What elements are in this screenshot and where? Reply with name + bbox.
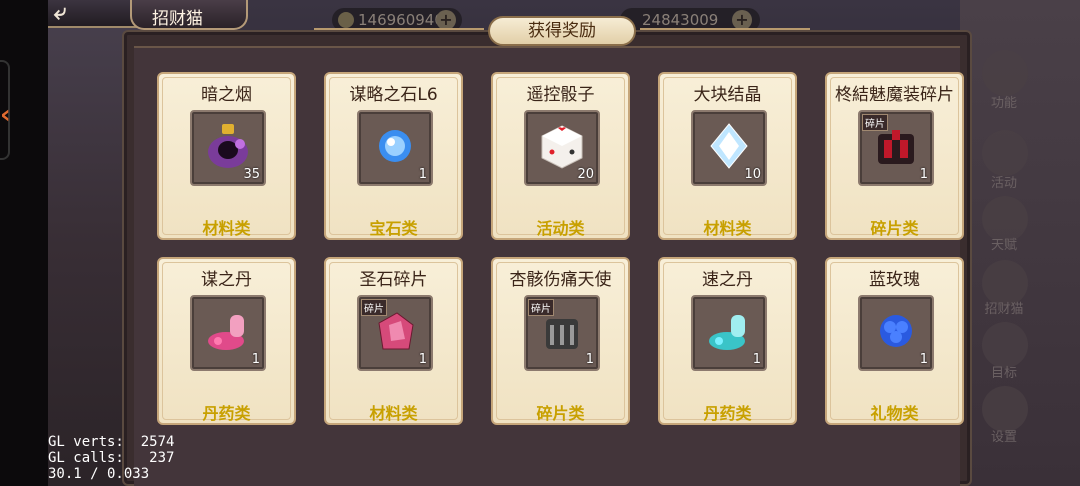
reward-card[interactable]: 谋略之石L6 1 宝石类 <box>324 72 463 240</box>
menu-settings-label: 设置 <box>990 430 1017 445</box>
item-count: 20 <box>577 167 594 182</box>
menu-function-icon <box>982 50 1028 96</box>
reward-card[interactable]: 速之丹 1 丹药类 <box>658 257 797 425</box>
fragment-badge: 碎片 <box>361 299 387 316</box>
item-frame: 35 <box>190 110 266 186</box>
currency2-value: 24843009 <box>642 11 719 29</box>
item-frame: 1 <box>691 295 767 371</box>
reward-name: 圣石碎片 <box>359 270 428 290</box>
reward-name: 遥控骰子 <box>526 85 595 105</box>
fragment-badge: 碎片 <box>862 114 888 131</box>
dark-smoke-icon <box>208 124 248 168</box>
reward-card[interactable]: 蓝玫瑰 1 礼物类 <box>825 257 964 425</box>
reward-card[interactable]: 大块结晶 10 材料类 <box>658 72 797 240</box>
item-frame: 20 <box>524 110 600 186</box>
reward-card[interactable]: 圣石碎片 碎片 1 材料类 <box>324 257 463 425</box>
reward-category: 活动类 <box>536 219 585 238</box>
menu-function-label: 功能 <box>990 96 1017 111</box>
debug-fps: 30.1 / 0.033 <box>48 466 150 482</box>
item-frame: 碎片 1 <box>357 295 433 371</box>
fragment-badge: 碎片 <box>528 299 554 316</box>
coin-icon <box>338 12 354 28</box>
back-arrow-icon[interactable]: ⤶ <box>54 2 98 24</box>
blue-rose-icon <box>880 315 912 347</box>
reward-card[interactable]: 暗之烟 35 材料类 <box>157 72 296 240</box>
item-frame: 1 <box>190 295 266 371</box>
reward-name: 蓝玫瑰 <box>869 270 920 290</box>
reward-category: 丹药类 <box>202 404 251 423</box>
reward-name: 速之丹 <box>702 270 753 290</box>
item-frame: 1 <box>357 110 433 186</box>
item-count: 1 <box>919 352 928 367</box>
debug-gl-calls: GL calls: 237 <box>48 450 175 466</box>
reward-category: 礼物类 <box>870 404 919 423</box>
item-count: 1 <box>585 352 594 367</box>
currency2-plus-button[interactable]: + <box>732 10 752 30</box>
currency1-value: 146960940 <box>358 11 444 29</box>
menu-goal-label: 目标 <box>990 366 1017 381</box>
reward-category: 材料类 <box>369 404 418 423</box>
crystal-icon <box>710 123 748 169</box>
header-ornament-right <box>640 28 810 30</box>
menu-event-label: 活动 <box>990 176 1017 191</box>
reward-card[interactable]: 柊結魅魔装碎片 碎片 1 碎片类 <box>825 72 964 240</box>
item-frame: 碎片 1 <box>858 110 934 186</box>
reward-name: 杏骸伤痛天使 <box>509 270 612 290</box>
reward-name: 谋略之石L6 <box>349 85 438 105</box>
header-ornament-left <box>314 28 484 30</box>
reward-category: 碎片类 <box>870 219 919 238</box>
reward-category: 丹药类 <box>703 404 752 423</box>
reward-name: 谋之丹 <box>201 270 252 290</box>
item-count: 35 <box>243 167 260 182</box>
reward-name: 大块结晶 <box>693 85 762 105</box>
item-count: 1 <box>418 167 427 182</box>
item-frame: 碎片 1 <box>524 295 600 371</box>
screen-title: 招财猫 <box>152 9 203 29</box>
reward-category: 碎片类 <box>536 404 585 423</box>
reward-card[interactable]: 谋之丹 1 丹药类 <box>157 257 296 425</box>
blue-gem-icon <box>379 130 411 162</box>
item-count: 10 <box>744 167 761 182</box>
reward-category: 宝石类 <box>369 219 418 238</box>
debug-gl-verts: GL verts: 2574 <box>48 434 175 450</box>
reward-name: 暗之烟 <box>201 85 252 105</box>
dice-icon <box>541 125 583 169</box>
menu-event-icon <box>982 130 1028 176</box>
item-frame: 10 <box>691 110 767 186</box>
currency1-plus-button[interactable]: + <box>436 10 456 30</box>
menu-lucky-cat-label: 招财猫 <box>984 302 1024 317</box>
reward-card[interactable]: 遥控骰子 20 活动类 <box>491 72 630 240</box>
reward-category: 材料类 <box>703 219 752 238</box>
pink-pill-icon <box>208 315 244 350</box>
menu-talent-label: 天赋 <box>990 238 1017 253</box>
item-count: 1 <box>752 352 761 367</box>
item-frame: 1 <box>858 295 934 371</box>
item-count: 1 <box>919 167 928 182</box>
reward-name: 柊結魅魔装碎片 <box>835 85 954 105</box>
item-count: 1 <box>418 352 427 367</box>
reward-header: 获得奖励 <box>488 16 636 46</box>
reward-category: 材料类 <box>202 219 251 238</box>
teal-pill-icon <box>709 315 745 350</box>
item-count: 1 <box>251 352 260 367</box>
chevron-left-icon[interactable]: ‹ <box>0 100 11 130</box>
reward-card[interactable]: 杏骸伤痛天使 碎片 1 碎片类 <box>491 257 630 425</box>
